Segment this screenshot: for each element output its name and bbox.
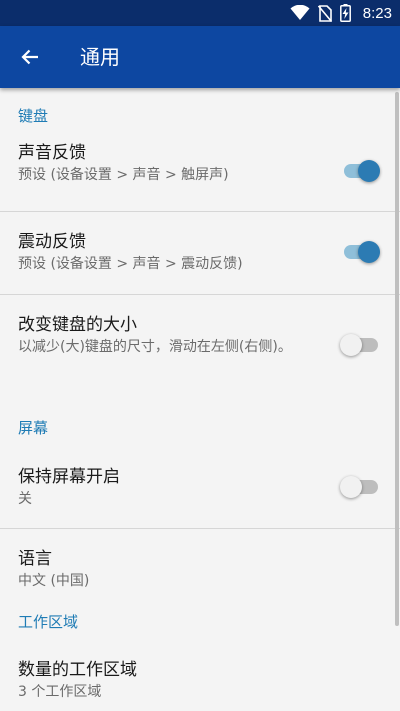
setting-sound-feedback[interactable]: 声音反馈 预设 (设备设置 > 声音 > 触屏声) [0, 132, 400, 211]
setting-title: 震动反馈 [18, 232, 86, 252]
setting-vibration-feedback[interactable]: 震动反馈 预设 (设备设置 > 声音 > 震动反馈) [0, 212, 400, 294]
status-bar: 8:23 [0, 0, 400, 26]
setting-title: 声音反馈 [18, 143, 86, 163]
wifi-icon [290, 5, 310, 20]
settings-list[interactable]: 键盘 声音反馈 预设 (设备设置 > 声音 > 触屏声) 震动反馈 预设 (设备… [0, 88, 400, 711]
setting-summary: 关 [18, 491, 32, 507]
setting-title: 改变键盘的大小 [18, 315, 137, 335]
switch-thumb [358, 241, 380, 263]
section-header-keyboard: 键盘 [18, 107, 49, 125]
page-title: 通用 [80, 45, 120, 69]
setting-title: 语言 [18, 549, 52, 569]
setting-title: 保持屏幕开启 [18, 467, 120, 487]
battery-charging-icon [339, 4, 351, 22]
setting-summary: 预设 (设备设置 > 声音 > 震动反馈) [18, 256, 243, 272]
setting-language[interactable]: 语言 中文 (中国) [0, 529, 400, 611]
no-sim-icon [317, 4, 332, 22]
setting-summary: 以减少(大)键盘的尺寸，滑动在左侧(右侧)。 [18, 339, 292, 355]
status-time: 8:23 [362, 4, 392, 22]
setting-summary: 3 个工作区域 [18, 684, 102, 700]
vibration-feedback-switch[interactable] [342, 240, 380, 264]
section-header-workspace: 工作区域 [18, 613, 79, 631]
arrow-back-icon [21, 49, 38, 65]
sound-feedback-switch[interactable] [342, 159, 380, 183]
setting-workspace-count[interactable]: 数量的工作区域 3 个工作区域 [0, 638, 400, 711]
setting-title: 数量的工作区域 [18, 660, 137, 680]
status-icons: 8:23 [290, 4, 392, 22]
switch-thumb [340, 476, 362, 498]
keep-screen-on-switch[interactable] [340, 475, 378, 499]
keyboard-size-switch[interactable] [340, 333, 378, 357]
switch-thumb [340, 334, 362, 356]
app-bar: 通用 [0, 26, 400, 88]
section-header-screen: 屏幕 [18, 419, 49, 437]
setting-summary: 预设 (设备设置 > 声音 > 触屏声) [18, 167, 229, 183]
scrollbar[interactable] [395, 92, 399, 626]
setting-keep-screen-on[interactable]: 保持屏幕开启 关 [0, 444, 400, 528]
switch-thumb [358, 160, 380, 182]
setting-summary: 中文 (中国) [18, 573, 90, 589]
setting-keyboard-size[interactable]: 改变键盘的大小 以减少(大)键盘的尺寸，滑动在左侧(右侧)。 [0, 295, 400, 398]
back-button[interactable] [12, 39, 48, 75]
